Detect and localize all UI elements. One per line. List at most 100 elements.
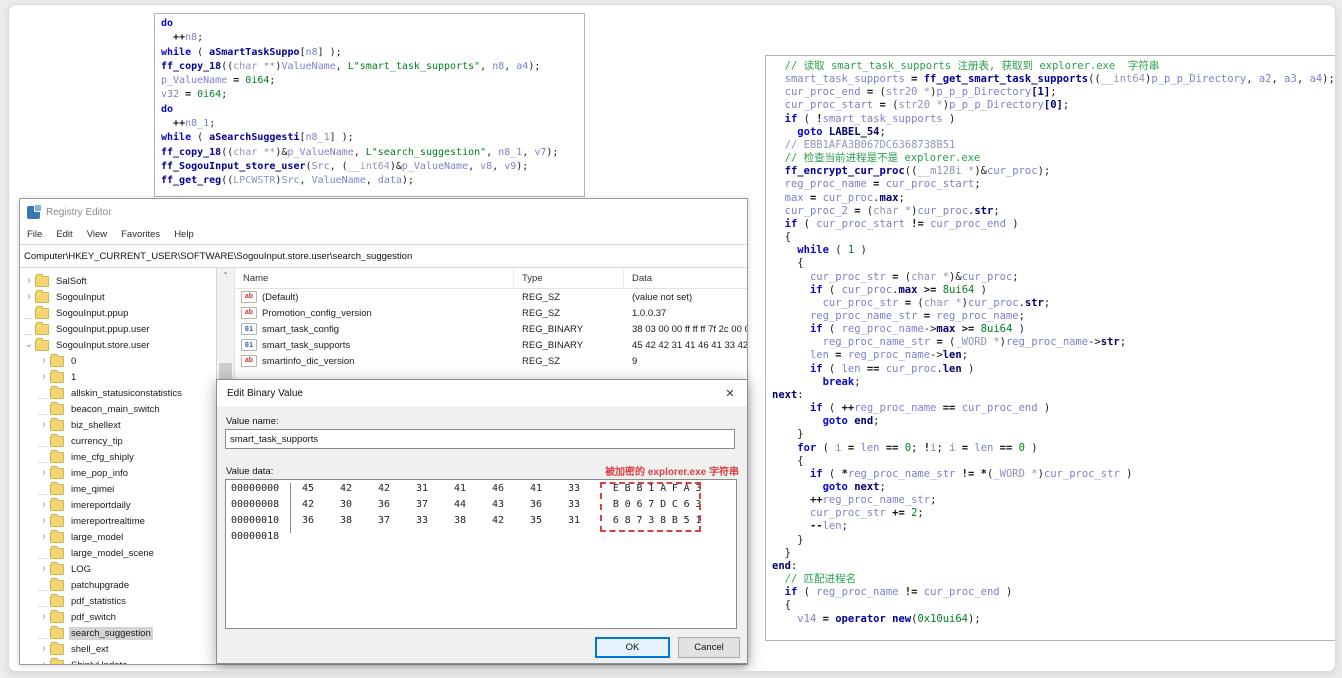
value-row[interactable]: ab (Default) REG_SZ (value not set) [235, 289, 747, 305]
hex-byte: 33 [416, 514, 429, 526]
value-row[interactable]: 01 smart_task_config REG_BINARY 38 03 00 00… [235, 321, 747, 337]
tree-label: search_suggestion [69, 626, 153, 640]
window-title: Registry Editor [46, 206, 112, 218]
chevron-collapsed-icon[interactable]: › [38, 612, 50, 622]
chevron-collapsed-icon[interactable]: › [38, 372, 50, 382]
menu-favorites[interactable]: Favorites [121, 229, 160, 240]
tree-item-ime_pop_info[interactable]: › ime_pop_info [20, 465, 216, 481]
tree-item-pdf_switch[interactable]: › pdf_switch [20, 609, 216, 625]
chevron-collapsed-icon[interactable]: › [38, 420, 50, 430]
code-line: goto next; [822, 481, 886, 493]
tree-item-imereportdaily[interactable]: › imereportdaily [20, 497, 216, 513]
code-line: if ( cur_proc.max >= 8ui64 ) [809, 283, 987, 296]
code-line: cur_proc_start = (str20 *)p_p_p_Director… [784, 99, 1070, 112]
value-name-cell: 01 smart_task_config [235, 323, 514, 335]
code-line: if ( *reg_proc_name_str != *(_WORD *)cur… [809, 467, 1133, 480]
code-line: v32 = 0i64; [161, 89, 228, 101]
tree-item-ime_cfg_shiply[interactable]: ime_cfg_shiply [20, 449, 216, 465]
tree-item-shell_ext[interactable]: › shell_ext [20, 641, 216, 657]
tree-item-ime_qimei[interactable]: ime_qimei [20, 481, 216, 497]
value-row[interactable]: ab smartinfo_dic_version REG_SZ 9 [235, 353, 747, 369]
chevron-collapsed-icon[interactable]: › [23, 292, 35, 302]
scrollbar-up-icon[interactable]: ⌃ [217, 268, 234, 283]
code-line: cur_proc_str = (char *)cur_proc.str; [822, 296, 1051, 309]
menu-help[interactable]: Help [174, 229, 194, 240]
tree-item-SogouInput[interactable]: › SogouInput [20, 289, 216, 305]
menu-file[interactable]: File [27, 229, 42, 240]
tree-item-currency_tip[interactable]: currency_tip [20, 433, 216, 449]
chevron-collapsed-icon[interactable]: › [38, 516, 50, 526]
dialog-title-bar[interactable]: Edit Binary Value [217, 380, 747, 406]
tree-item-pdf_statistics[interactable]: pdf_statistics [20, 593, 216, 609]
hex-editor[interactable]: 00000000 45 42 42 31 41 46 41 33 E B B 1 A F A 3 00000008… [225, 479, 737, 629]
hex-byte: 41 [454, 482, 467, 494]
cancel-button[interactable]: Cancel [678, 637, 740, 658]
tree-item-LOG[interactable]: › LOG [20, 561, 216, 577]
value-name-cell: ab Promotion_config_version [235, 307, 514, 319]
hex-byte: 36 [378, 498, 391, 510]
registry-title-bar[interactable]: Registry Editor [20, 199, 747, 225]
code-line: goto LABEL_54; [797, 125, 886, 138]
folder-icon [50, 401, 64, 415]
value-row[interactable]: 01 smart_task_supports REG_BINARY 45 42 42 … [235, 337, 747, 353]
folder-icon [50, 593, 64, 607]
background-card: do ++n8; while ( aSmartTaskSuppo[n8] ); ff… [8, 4, 1336, 672]
registry-tree: › SalSoft › SogouInput SogouInput.ppup SogouI… [20, 268, 217, 664]
folder-icon [50, 641, 64, 655]
chevron-collapsed-icon[interactable]: › [38, 532, 50, 542]
tree-item-SogouInput.store.user[interactable]: ⌄ SogouInput.store.user [20, 337, 216, 353]
tree-item-biz_shellext[interactable]: › biz_shellext [20, 417, 216, 433]
tree-item-SogouInput.ppup.user[interactable]: SogouInput.ppup.user [20, 321, 216, 337]
value-data-cell: 1.0.0.37 [632, 307, 667, 319]
menu-view[interactable]: View [87, 229, 107, 240]
regedit-icon [27, 203, 42, 219]
chevron-expanded-icon[interactable]: ⌄ [23, 340, 35, 350]
chevron-collapsed-icon[interactable]: › [38, 644, 50, 654]
encrypted-string-annotation: 被加密的 explorer.exe 字符串 [605, 467, 739, 478]
tree-label: ime_cfg_shiply [71, 451, 134, 463]
tree-item-patchupgrade[interactable]: patchupgrade [20, 577, 216, 593]
tree-item-allskin_statusiconstatistics[interactable]: allskin_statusiconstatistics [20, 385, 216, 401]
hex-byte: 45 [302, 482, 315, 494]
column-header-type[interactable]: Type [514, 268, 624, 288]
decompiler-snippet-right: // 读取 smart_task_supports 注册表, 获取到 explo… [765, 55, 1335, 641]
chevron-collapsed-icon[interactable]: › [38, 500, 50, 510]
code-line: { [772, 454, 804, 467]
chevron-collapsed-icon[interactable]: › [23, 276, 35, 286]
column-header-name[interactable]: Name [235, 268, 514, 288]
value-row[interactable]: ab Promotion_config_version REG_SZ 1.0.0.37 [235, 305, 747, 321]
tree-item-ShiplyUpdate[interactable]: › ShiplyUpdate [20, 657, 216, 664]
tree-item-large_model[interactable]: › large_model [20, 529, 216, 545]
tree-item-large_model_scene[interactable]: large_model_scene [20, 545, 216, 561]
ok-button[interactable]: OK [595, 637, 670, 658]
chevron-collapsed-icon[interactable]: › [38, 356, 50, 366]
column-header-data[interactable]: Data [624, 268, 747, 288]
chevron-collapsed-icon[interactable]: › [38, 660, 50, 665]
folder-icon [50, 481, 64, 495]
folder-icon [50, 449, 64, 463]
code-line: smart_task_supports = ff_get_smart_task_… [784, 73, 1335, 86]
folder-icon [50, 385, 64, 399]
chevron-collapsed-icon[interactable]: › [38, 564, 50, 574]
folder-icon [50, 497, 64, 511]
hex-address: 00000000 [231, 482, 280, 494]
hex-byte: 36 [530, 498, 543, 510]
tree-item-0[interactable]: › 0 [20, 353, 216, 369]
folder-icon [50, 577, 64, 591]
tree-item-search_suggestion[interactable]: search_suggestion [20, 625, 216, 641]
code-line: cur_proc_end = (str20 *)p_p_p_Directory[… [784, 86, 1057, 99]
folder-icon [35, 273, 49, 287]
tree-item-imereportrealtime[interactable]: › imereportrealtime [20, 513, 216, 529]
tree-item-beacon_main_switch[interactable]: beacon_main_switch [20, 401, 216, 417]
tree-item-SogouInput.ppup[interactable]: SogouInput.ppup [20, 305, 216, 321]
screenshot-stage: do ++n8; while ( aSmartTaskSuppo[n8] ); ff… [0, 0, 1342, 678]
tree-item-1[interactable]: › 1 [20, 369, 216, 385]
menu-edit[interactable]: Edit [56, 229, 72, 240]
folder-icon [50, 561, 64, 575]
code-line: ff_copy_18((char **)ValueName, L"smart_t… [161, 60, 541, 72]
address-bar[interactable]: Computer\HKEY_CURRENT_USER\SOFTWARE\Sogo… [20, 244, 747, 268]
chevron-collapsed-icon[interactable]: › [38, 468, 50, 478]
value-name-input[interactable] [225, 429, 735, 449]
tree-item-SalSoft[interactable]: › SalSoft [20, 273, 216, 289]
close-icon[interactable]: ✕ [713, 380, 747, 406]
